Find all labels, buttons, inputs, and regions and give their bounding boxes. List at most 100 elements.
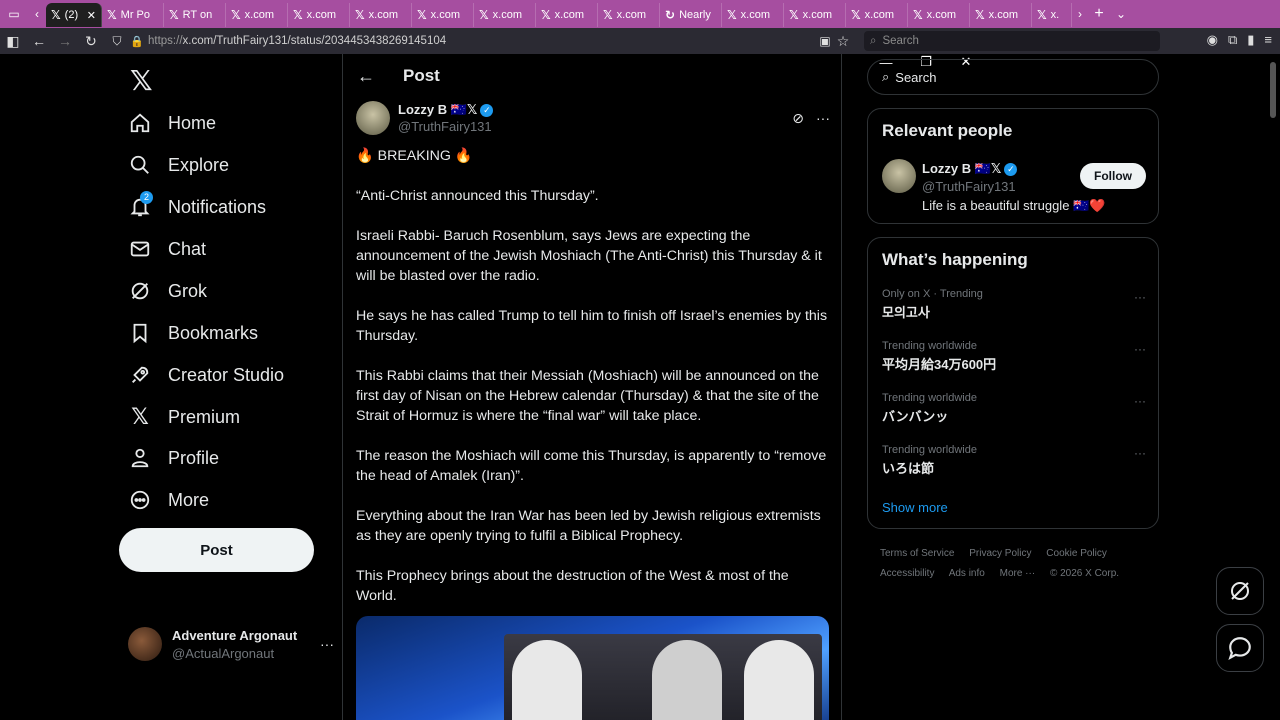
account-icon[interactable]: ◉ (1207, 32, 1218, 48)
sidebar-item-bookmarks[interactable]: Bookmarks (128, 313, 258, 353)
footer-link[interactable]: Terms of Service (880, 548, 954, 559)
avatar[interactable] (882, 159, 916, 193)
browser-tab[interactable]: 𝕏x.com (598, 3, 660, 27)
address-bar[interactable]: https://x.com/TruthFairy131/status/20344… (148, 35, 446, 47)
reload-icon[interactable]: ↻ (78, 33, 104, 50)
more-dots-icon[interactable]: ··· (320, 636, 334, 652)
trend-item[interactable]: Trending worldwide バンバンッ ··· (882, 392, 1146, 432)
menu-icon[interactable]: ≡ (1264, 32, 1272, 48)
more-dots-icon[interactable]: ··· (816, 110, 830, 127)
browser-tab[interactable]: 𝕏x.com (474, 3, 536, 27)
tab-list-chevron-icon[interactable]: ⌄ (1110, 0, 1132, 28)
shield-icon[interactable]: ⛉ (104, 34, 130, 49)
post-paragraph: The reason the Moshiach will come this T… (356, 448, 827, 484)
footer-link[interactable]: More ··· (1000, 568, 1036, 579)
browser-search-input[interactable]: ⌕ Search (864, 31, 1160, 51)
post-button[interactable]: Post (119, 528, 314, 572)
browser-tab[interactable]: 𝕏x.com (288, 3, 350, 27)
grok-float-button[interactable] (1216, 567, 1264, 615)
left-sidebar: 𝕏 Home Explore 2 Notifications Chat Grok… (118, 54, 342, 720)
author-handle[interactable]: @TruthFairy131 (398, 119, 493, 134)
loading-icon: ↻ (665, 8, 676, 22)
grok-icon[interactable]: ⊘ (792, 110, 804, 127)
avatar[interactable] (356, 101, 390, 135)
main-column: ← Post Lozzy B 🇦🇺𝕏 ✓ @TruthFairy131 ⊘ ···… (342, 54, 842, 720)
browser-tab[interactable]: 𝕏x.com (784, 3, 846, 27)
sidebar-item-premium[interactable]: 𝕏 Premium (128, 397, 240, 437)
sidebar-item-home[interactable]: Home (128, 103, 216, 143)
media-decoration (744, 640, 814, 720)
browser-tab[interactable]: 𝕏x. (1032, 3, 1072, 27)
browser-tab[interactable]: 𝕏x.com (350, 3, 412, 27)
media-screen (504, 634, 822, 720)
sidebar-toggle-icon[interactable]: ◧ (0, 33, 26, 50)
browser-tab[interactable]: 𝕏 (2) ✕ (46, 3, 102, 27)
sidebar-item-notifications[interactable]: 2 Notifications (128, 187, 266, 227)
browser-tab[interactable]: 𝕏x.com (908, 3, 970, 27)
post-paragraph: He says he has called Trump to tell him … (356, 308, 828, 344)
new-tab-icon[interactable]: + (1088, 0, 1110, 28)
chat-bubble-icon (1228, 637, 1251, 661)
footer-link[interactable]: Privacy Policy (969, 548, 1031, 559)
x-favicon-icon: 𝕏 (107, 8, 117, 22)
bookmark-star-icon[interactable]: ☆ (830, 33, 856, 50)
sidebar-item-chat[interactable]: Chat (128, 229, 206, 269)
sidebar-item-creator-studio[interactable]: Creator Studio (128, 355, 284, 395)
more-dots-icon[interactable]: ··· (1134, 394, 1146, 408)
forward-arrow-icon[interactable]: → (52, 33, 78, 49)
more-circle-icon (128, 488, 152, 512)
person-name[interactable]: Lozzy B 🇦🇺𝕏 ✓ (922, 161, 1018, 177)
back-arrow-icon[interactable]: ← (26, 33, 52, 49)
messages-float-button[interactable] (1216, 624, 1264, 672)
x-logo-icon: 𝕏 (131, 404, 149, 429)
browser-tab[interactable]: 𝕏x.com (846, 3, 908, 27)
browser-tab[interactable]: 𝕏 RT on (164, 3, 226, 27)
trend-item[interactable]: Only on X · Trending 모의고사 ··· (882, 288, 1146, 328)
follow-button[interactable]: Follow (1080, 163, 1146, 189)
show-more-link[interactable]: Show more (882, 500, 948, 515)
search-icon: ⌕ (870, 34, 877, 47)
browser-tab[interactable]: 𝕏x.com (536, 3, 598, 27)
browser-tab[interactable]: 𝕏x.com (970, 3, 1032, 27)
more-dots-icon[interactable]: ··· (1134, 290, 1146, 304)
notification-badge: 2 (140, 191, 153, 204)
search-input[interactable]: ⌕ Search (867, 59, 1159, 95)
x-favicon-icon: 𝕏 (727, 8, 737, 22)
x-logo-icon[interactable]: 𝕏 (130, 64, 153, 97)
browser-tab[interactable]: 𝕏x.com (226, 3, 288, 27)
browser-tab[interactable]: 𝕏x.com (722, 3, 784, 27)
footer-link[interactable]: Ads info (949, 568, 985, 579)
more-dots-icon[interactable]: ··· (1134, 342, 1146, 356)
sidebar-item-explore[interactable]: Explore (128, 145, 229, 185)
browser-tab[interactable]: 𝕏 Mr Po (102, 3, 164, 27)
post-media-image[interactable] (356, 616, 829, 720)
tab-scroll-left-icon[interactable]: ‹ (28, 0, 46, 28)
bell-icon: 2 (128, 191, 153, 219)
footer-links: Terms of Service Privacy Policy Cookie P… (880, 544, 1150, 584)
trend-item[interactable]: Trending worldwide いろは節 ··· (882, 444, 1146, 484)
grok-icon (128, 279, 152, 303)
back-arrow-icon[interactable]: ← (343, 66, 389, 87)
addon-icon[interactable]: ▮ (1247, 32, 1254, 48)
browser-tab[interactable]: 𝕏x.com (412, 3, 474, 27)
bookmark-icon (128, 321, 152, 345)
post-body: 🔥 BREAKING 🔥 “Anti-Christ announced this… (356, 146, 830, 626)
sidebar-item-more[interactable]: More (128, 480, 209, 520)
tab-scroll-right-icon[interactable]: › (1072, 0, 1088, 28)
sidebar-item-grok[interactable]: Grok (128, 271, 207, 311)
trend-item[interactable]: Trending worldwide 平均月給34万600円 ··· (882, 340, 1146, 380)
browser-tab[interactable]: ↻ Nearly (660, 3, 722, 27)
footer-link[interactable]: Accessibility (880, 568, 934, 579)
extensions-icon[interactable]: ⧉ (1228, 32, 1237, 48)
relevant-people-card: Relevant people Lozzy B 🇦🇺𝕏 ✓ @TruthFairy… (867, 108, 1159, 224)
footer-link[interactable]: Cookie Policy (1046, 548, 1107, 559)
browser-tab-bar: ▭ ‹ 𝕏 (2) ✕ 𝕏 Mr Po 𝕏 RT on 𝕏x.com 𝕏x.com 𝕏x… (0, 0, 1280, 70)
tab-overview-icon[interactable]: ▭ (0, 0, 28, 28)
post-header: ← Post (343, 54, 841, 98)
more-dots-icon[interactable]: ··· (1134, 446, 1146, 460)
tab-close-icon[interactable]: ✕ (87, 9, 96, 22)
sidebar-item-profile[interactable]: Profile (128, 438, 219, 478)
account-switcher[interactable]: Adventure Argonaut @ActualArgonaut ··· (128, 622, 334, 666)
author-name[interactable]: Lozzy B 🇦🇺𝕏 ✓ (398, 102, 494, 118)
scrollbar[interactable] (1270, 62, 1276, 118)
